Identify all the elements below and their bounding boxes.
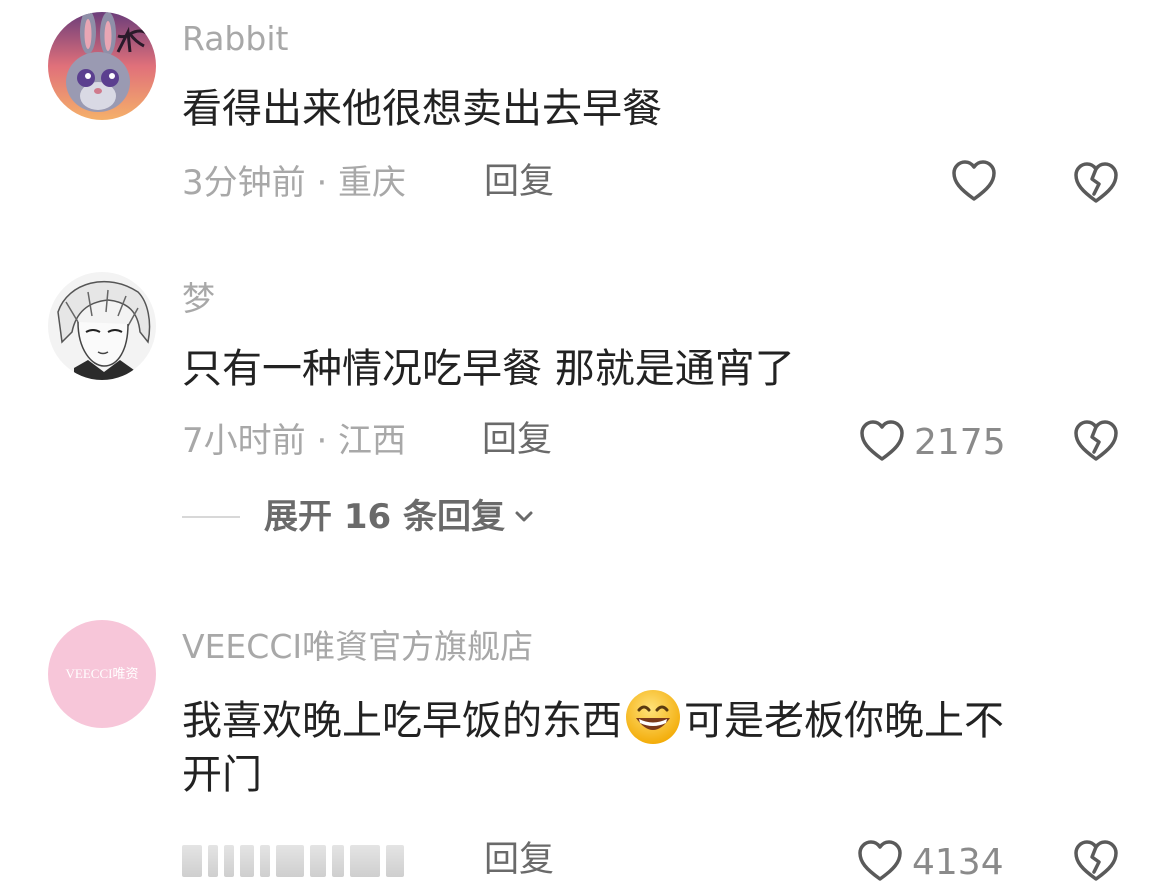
like-count: 4134: [912, 841, 1004, 883]
avatar-brand-text: VEECCI唯资: [66, 666, 139, 681]
reply-button[interactable]: 回复: [482, 423, 552, 458]
heart-outline-icon: [856, 838, 904, 887]
comment-text-part: 可是老板你晚上不: [684, 698, 1004, 744]
grinning-face-emoji: [624, 688, 682, 746]
heart-outline-icon: [858, 418, 906, 467]
broken-heart-icon: [1072, 162, 1120, 210]
comment-item: Rabbit 看得出来他很想卖出去早餐 3分钟前 · 重庆 回复: [0, 0, 1170, 240]
dislike-button[interactable]: [1072, 160, 1120, 206]
username[interactable]: VEECCI唯資官方旗舰店: [182, 630, 533, 663]
broken-heart-icon: [1072, 420, 1120, 468]
avatar[interactable]: [48, 272, 156, 380]
comment-text: 只有一种情况吃早餐 那就是通宵了: [182, 346, 795, 392]
broken-heart-icon: [1072, 840, 1120, 888]
comment-item: 梦 只有一种情况吃早餐 那就是通宵了 7小时前 · 江西 回复 2175: [0, 260, 1170, 560]
comment-text-part: 我喜欢晚上吃早饭的东西: [182, 698, 622, 744]
dislike-button[interactable]: [1072, 418, 1120, 464]
comment-item: VEECCI唯资 VEECCI唯資官方旗舰店 我喜欢晚上吃早饭的东西 可是老板你…: [0, 610, 1170, 888]
like-button[interactable]: 2175: [858, 418, 1006, 467]
username[interactable]: Rabbit: [182, 22, 288, 55]
comment-text: 我喜欢晚上吃早饭的东西 可是老板你晚上不 开门: [182, 688, 1004, 802]
heart-outline-icon: [950, 158, 998, 207]
expand-replies-label: 展开 16 条回复: [264, 497, 505, 537]
dislike-button[interactable]: [1072, 838, 1120, 884]
avatar[interactable]: VEECCI唯资: [48, 620, 156, 728]
like-button[interactable]: [950, 158, 998, 207]
comment-text-part: 开门: [182, 752, 262, 798]
blurred-meta: [182, 842, 432, 880]
comment-meta: 3分钟前 · 重庆: [182, 163, 407, 203]
reply-button[interactable]: 回复: [484, 843, 554, 878]
like-count: 2175: [914, 421, 1006, 463]
comment-text: 看得出来他很想卖出去早餐: [182, 86, 662, 132]
chevron-down-icon: [513, 506, 535, 528]
username[interactable]: 梦: [182, 282, 215, 315]
reply-button[interactable]: 回复: [484, 165, 554, 200]
expand-replies-button[interactable]: 展开 16 条回复: [182, 500, 535, 534]
avatar[interactable]: [48, 12, 156, 120]
comment-meta: 7小时前 · 江西: [182, 421, 407, 461]
like-button[interactable]: 4134: [856, 838, 1004, 887]
divider-line: [182, 516, 240, 518]
